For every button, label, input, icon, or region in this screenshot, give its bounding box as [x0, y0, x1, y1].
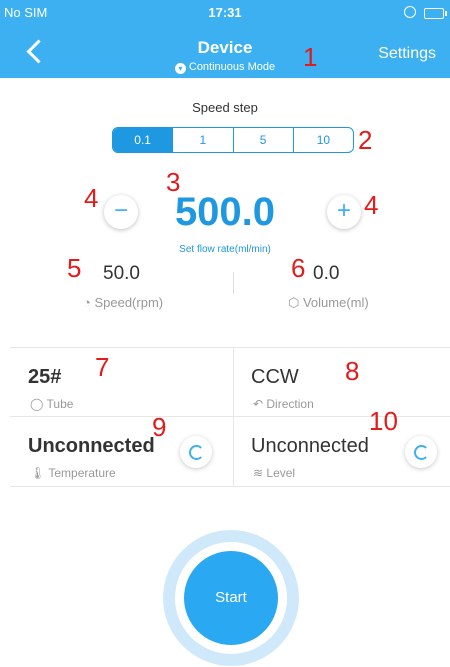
- refresh-temperature-button[interactable]: [180, 436, 212, 468]
- level-icon: ≋: [253, 466, 267, 480]
- step-option[interactable]: 10: [292, 128, 353, 152]
- direction-value[interactable]: CCW: [251, 366, 299, 389]
- speed-value: 50.0: [103, 263, 140, 284]
- status-time: 17:31: [208, 5, 242, 20]
- annotation-marker: 9: [152, 412, 167, 442]
- rotate-icon: ↶: [253, 397, 267, 411]
- speed-step-selector: 0.1 1 5 10: [112, 127, 354, 153]
- annotation-marker: 2: [358, 125, 373, 155]
- divider: [233, 347, 234, 486]
- rotation-lock-icon: [404, 6, 416, 18]
- speed-label-group: ◔ Speed(rpm): [83, 295, 163, 310]
- speed-step-label: Speed step: [192, 100, 258, 115]
- divider: [10, 486, 450, 487]
- annotation-marker: 4: [364, 190, 379, 220]
- annotation-marker: 8: [345, 356, 360, 386]
- step-option[interactable]: 1: [172, 128, 232, 152]
- annotation-marker: 4: [84, 183, 99, 213]
- increase-button[interactable]: +: [327, 195, 361, 229]
- battery-icon: [424, 8, 447, 19]
- speed-label: Speed(rpm): [94, 295, 164, 310]
- volume-label: Volume(ml): [302, 295, 369, 310]
- flow-rate-value: 500.0: [174, 190, 276, 234]
- mode-label: Continuous Mode: [188, 61, 276, 73]
- cube-icon: ⬡: [288, 295, 303, 310]
- volume-value: 0.0: [313, 263, 340, 284]
- tube-label: Tube: [46, 397, 74, 411]
- divider: [10, 347, 450, 348]
- level-label: Level: [266, 466, 296, 480]
- annotation-marker: 3: [166, 167, 181, 197]
- divider: [233, 272, 234, 294]
- start-button[interactable]: Start: [184, 551, 278, 645]
- temperature-label: Temperature: [48, 466, 116, 480]
- direction-label: Direction: [266, 397, 314, 411]
- annotation-marker: 1: [303, 42, 318, 72]
- annotation-marker: 5: [67, 253, 82, 283]
- direction-label-group: ↶ Direction: [253, 397, 314, 411]
- tube-value[interactable]: 25#: [28, 366, 61, 389]
- speed-gauge-icon: ◔: [83, 295, 95, 310]
- temperature-value: Unconnected: [28, 435, 155, 457]
- chevron-down-icon: ▾: [174, 63, 186, 74]
- annotation-marker: 10: [369, 406, 398, 436]
- level-label-group: ≋ Level: [253, 466, 295, 480]
- volume-label-group: ⬡ Volume(ml): [288, 295, 369, 311]
- refresh-level-button[interactable]: [405, 436, 437, 468]
- level-value: Unconnected: [251, 435, 369, 457]
- tube-icon: ◯: [30, 397, 47, 411]
- temperature-label-group: 🌡 Temperature: [30, 466, 116, 480]
- tube-label-group: ◯ Tube: [30, 397, 73, 411]
- app-header: No SIM 17:31 Device ▾ Continuous Mode Set…: [0, 0, 450, 78]
- settings-button[interactable]: Settings: [378, 45, 436, 63]
- thermometer-icon: 🌡: [30, 466, 49, 480]
- step-option[interactable]: 0.1: [113, 128, 173, 152]
- annotation-marker: 6: [291, 253, 306, 283]
- step-option[interactable]: 5: [232, 128, 293, 152]
- annotation-marker: 7: [95, 352, 110, 382]
